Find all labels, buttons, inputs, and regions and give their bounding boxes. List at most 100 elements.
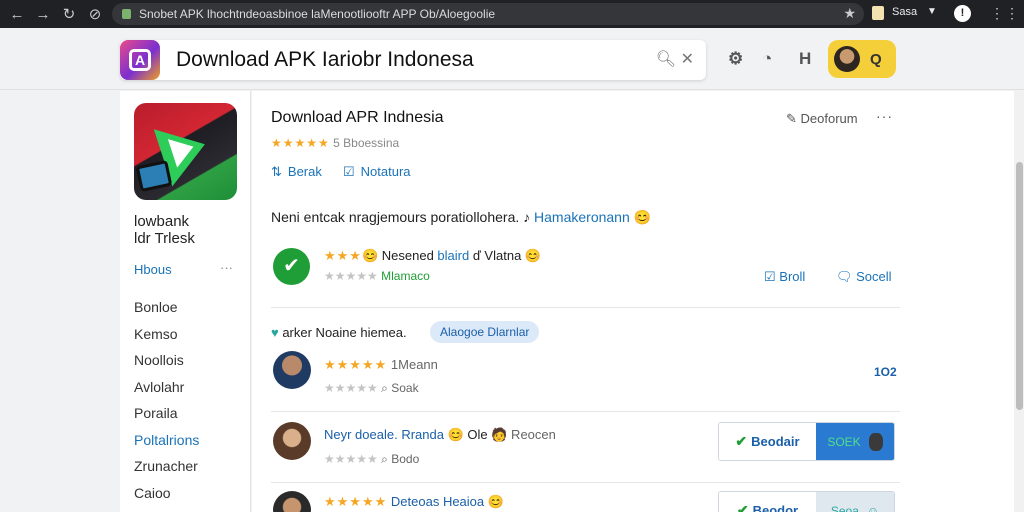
checkbox-icon: ☑	[343, 164, 355, 179]
notes-label: Notatura	[360, 164, 411, 179]
share-button[interactable]: ⇅ Berak	[271, 164, 322, 180]
about-link[interactable]: Hbous	[134, 262, 172, 277]
search-bar[interactable]: A Download APK Iariobr Indonesa 🔍︎ ✕	[120, 40, 706, 80]
sidebar-nav: Bonloe Kemso Noollois Avlolahr Poraila P…	[134, 299, 199, 511]
page-title: Download APR Indnesia	[271, 109, 444, 126]
divider	[271, 307, 900, 308]
review-title: ★★★★★ 1Meann	[324, 357, 438, 373]
check-icon: ✔	[735, 433, 748, 449]
sidebar-item[interactable]: Caioo	[134, 485, 199, 512]
share-icon: ⇅	[271, 164, 282, 179]
social-button[interactable]: 🗨︎ Socell	[836, 269, 892, 285]
pencil-icon: ✎	[786, 111, 797, 126]
download-button-group: ✔ Beodor Seoa ☺	[718, 491, 895, 512]
download-button[interactable]: ✔ Beodor	[719, 492, 816, 512]
seek-button[interactable]: SOEK	[816, 423, 894, 460]
sidebar-item[interactable]: Avlolahr	[134, 379, 199, 406]
share-label: Berak	[287, 164, 322, 179]
rating-stars: ★★★★★	[271, 136, 330, 150]
address-bar[interactable]: Snobet APK lhochtndeoasbinoe laMenootlio…	[112, 3, 864, 25]
review-text-end: Reocen	[507, 427, 556, 442]
seek-label: SOEK	[827, 434, 861, 449]
review-author[interactable]: Deteoas Heaioa	[391, 494, 484, 509]
description-link[interactable]: Hamakeronann	[534, 209, 630, 225]
checkbox-icon: ☑	[764, 269, 776, 284]
avatar	[273, 491, 311, 512]
scrollbar-thumb[interactable]	[1016, 162, 1023, 410]
download-button[interactable]: ✔ Beodair	[719, 423, 816, 460]
forward-icon[interactable]: →	[30, 0, 56, 28]
review-meta: ★★★★★ ⌕ Soak	[324, 381, 419, 396]
url-text[interactable]: Snobet APK lhochtndeoasbinoe laMenootlio…	[139, 7, 495, 21]
forum-button[interactable]: ✎ Deoforum	[786, 111, 858, 127]
app-name: lowbank ldr Trlesk	[134, 213, 195, 247]
feature-link[interactable]: blaird	[437, 248, 469, 263]
sidebar-item[interactable]: Kemso	[134, 326, 199, 353]
extension-icon[interactable]	[872, 6, 884, 20]
forum-label: Deoforum	[800, 111, 858, 126]
feature-subtitle: ★★★★★ Mlamaco	[324, 269, 430, 283]
heart-icon: ♥	[271, 325, 279, 340]
review-sub-text: Bodo	[391, 452, 420, 466]
review-text: 1Meann	[390, 357, 438, 372]
description: Neni entcak nragjemours poratiollohera. …	[271, 209, 651, 226]
search-icon: ⌕	[381, 452, 388, 466]
avatar	[273, 351, 311, 389]
app-detail-panel: Download APR Indnesia ★★★★★ 5 Bboessina …	[252, 91, 1014, 512]
review-title: Neyr doeale. Rranda 😊 Ole 🧑 Reocen	[324, 427, 556, 443]
more-options-icon[interactable]: ···	[876, 108, 893, 124]
avatar	[273, 422, 311, 460]
review-author[interactable]: Neyr doeale. Rranda	[324, 427, 444, 442]
seek-label: Seoa	[830, 503, 859, 512]
smile-icon: 😊	[487, 494, 504, 509]
app-icon	[134, 103, 237, 200]
divider	[271, 411, 900, 412]
help-icon[interactable]: H	[799, 49, 811, 69]
app-name-line1: lowbank	[134, 213, 190, 230]
search-icon[interactable]: 🔍︎	[656, 49, 676, 69]
review-title: ★★★★★ Deteoas Heaioa 😊	[324, 494, 504, 510]
more-icon[interactable]: ···	[220, 260, 233, 275]
bookmark-star-icon[interactable]: ★	[843, 5, 856, 22]
history-icon[interactable]: ◔	[762, 49, 772, 69]
review-sub-stars: ★★★★★	[324, 452, 378, 466]
verified-check-icon: ✔	[273, 248, 310, 285]
user-menu[interactable]: Q	[828, 40, 896, 78]
review-count: 1O2	[874, 365, 897, 379]
sidebar-item[interactable]: Zrunacher	[134, 458, 199, 485]
search-input[interactable]: Download APK Iariobr Indonesa	[176, 48, 474, 72]
reviews-header-text: arker Noaine hiemea.	[278, 325, 407, 340]
browser-menu-icon[interactable]: ⋮⋮	[990, 5, 1020, 22]
settings-icon[interactable]: ⚙	[728, 49, 743, 69]
divider	[271, 482, 900, 483]
feature-title: ★★★😊 Nesened blaird ď Vlatna 😊	[324, 248, 541, 264]
smile-icon: ☺	[866, 503, 880, 512]
search-icon: ⌕	[381, 381, 388, 395]
check-icon: ✔	[736, 502, 749, 512]
feature-text: 😊 Nesened	[361, 248, 438, 263]
sidebar-item[interactable]: Poraila	[134, 405, 199, 432]
search-icon: Q	[870, 50, 882, 68]
smile-icon: 😊	[447, 427, 464, 442]
site-info-icon[interactable]: ⊘	[82, 0, 108, 28]
account-icon[interactable]: !	[954, 5, 971, 22]
feature-sub-stars: ★★★★★	[324, 269, 378, 283]
close-icon[interactable]: ✕	[681, 49, 694, 69]
back-icon[interactable]: ←	[4, 0, 30, 28]
seek-button[interactable]: Seoa ☺	[816, 492, 894, 512]
review-text: Ole	[463, 427, 492, 442]
sidebar-item-active[interactable]: Poltalrions	[134, 432, 199, 459]
broll-button[interactable]: ☑ Broll	[764, 269, 805, 285]
comment-icon: 🗨︎	[836, 269, 853, 284]
sidebar-item[interactable]: Noollois	[134, 352, 199, 379]
rating-row: ★★★★★ 5 Bboessina	[271, 136, 399, 150]
app-name-line2: ldr Trlesk	[134, 230, 195, 247]
avatar	[868, 432, 883, 451]
notes-button[interactable]: ☑ Notatura	[343, 164, 411, 180]
chevron-down-icon[interactable]: ▼	[927, 6, 937, 17]
filter-chip[interactable]: Alaogoe Dlarnlar	[430, 321, 540, 343]
description-text: Neni entcak nragjemours poratiollohera. …	[271, 209, 535, 225]
profile-label[interactable]: Sasa	[892, 6, 917, 18]
reload-icon[interactable]: ↻	[56, 0, 82, 28]
sidebar-item[interactable]: Bonloe	[134, 299, 199, 326]
